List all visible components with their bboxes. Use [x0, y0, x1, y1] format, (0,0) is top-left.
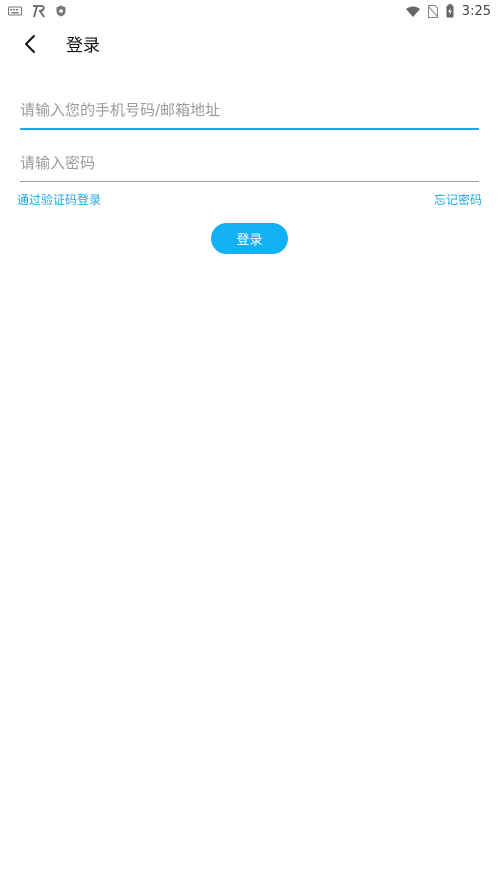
forgot-password-link[interactable]: 忘记密码	[434, 191, 482, 208]
wifi-icon	[405, 6, 420, 17]
app-r-icon	[32, 4, 46, 18]
status-right: 3:25	[405, 3, 499, 19]
account-field-container	[20, 98, 479, 130]
shield-icon	[56, 5, 66, 17]
page-title: 登录	[66, 36, 100, 56]
clock-time: 3:25	[461, 3, 491, 19]
code-login-link[interactable]: 通过验证码登录	[17, 191, 101, 208]
back-button[interactable]	[18, 34, 42, 58]
password-field-container	[20, 151, 479, 182]
status-bar: 3:25	[0, 0, 499, 22]
password-input-underline	[20, 181, 479, 182]
battery-charging-icon	[446, 4, 454, 18]
password-input[interactable]	[20, 151, 479, 175]
status-left	[0, 4, 66, 18]
account-input[interactable]	[20, 98, 479, 122]
app-header: 登录	[0, 26, 499, 66]
login-button[interactable]: 登录	[211, 223, 288, 254]
chevron-left-icon	[23, 34, 37, 58]
keyboard-icon	[8, 6, 22, 16]
no-sim-icon	[427, 4, 438, 18]
account-input-underline	[20, 128, 479, 130]
